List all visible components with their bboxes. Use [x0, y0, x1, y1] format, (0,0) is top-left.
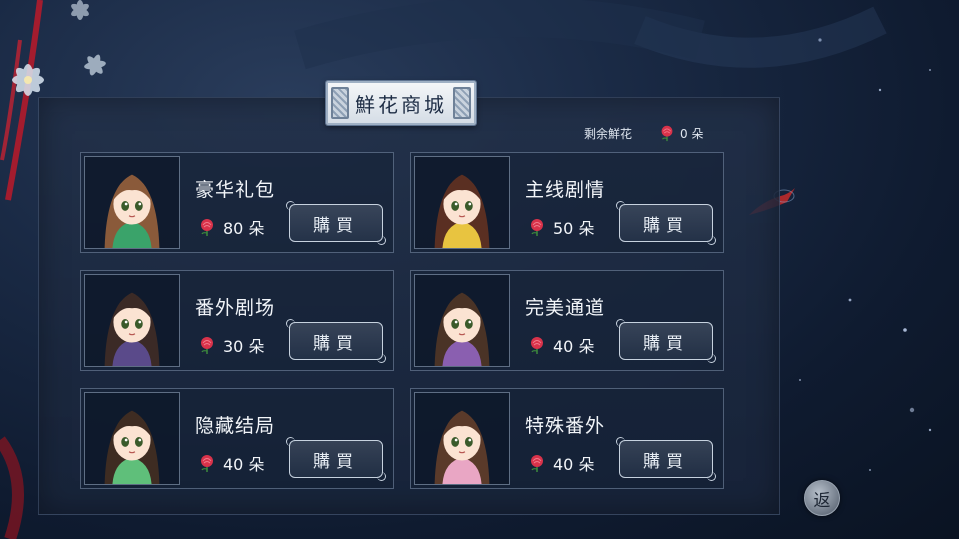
- shop-item-card: 番外剧场 30 朵 購買: [80, 270, 394, 371]
- item-price-value: 40 朵: [553, 337, 595, 356]
- buy-button[interactable]: 購買: [616, 437, 716, 481]
- item-price-value: 30 朵: [223, 337, 265, 356]
- rose-icon: [201, 337, 213, 354]
- shop-item-card: 豪华礼包 80 朵 購買: [80, 152, 394, 253]
- rose-icon: [531, 337, 543, 354]
- buy-button[interactable]: 購買: [616, 201, 716, 245]
- back-icon: 返: [813, 490, 831, 511]
- buy-button[interactable]: 購買: [286, 319, 386, 363]
- item-name: 豪华礼包: [195, 179, 276, 201]
- knot-ornament-icon: [453, 87, 471, 119]
- remaining-flowers: 剩余鮮花 0 朵: [584, 124, 703, 142]
- remaining-flowers-value: 0 朵: [680, 126, 704, 141]
- buy-button[interactable]: 購買: [616, 319, 716, 363]
- item-price-value: 50 朵: [553, 219, 595, 238]
- character-portrait: [414, 392, 510, 485]
- item-price: 40 朵: [527, 333, 594, 357]
- knot-ornament-icon: [331, 87, 349, 119]
- back-button[interactable]: 返: [804, 480, 840, 516]
- item-name: 完美通道: [525, 297, 606, 319]
- buy-button[interactable]: 購買: [286, 437, 386, 481]
- item-price: 40 朵: [527, 451, 594, 475]
- rose-icon: [531, 219, 543, 236]
- shop-item-card: 隐藏结局 40 朵 購買: [80, 388, 394, 489]
- item-price-value: 40 朵: [223, 455, 265, 474]
- item-price: 50 朵: [527, 215, 594, 239]
- character-portrait: [414, 156, 510, 249]
- character-portrait: [84, 274, 180, 367]
- item-name: 特殊番外: [525, 415, 606, 437]
- rose-icon: [201, 219, 213, 236]
- item-price: 30 朵: [197, 333, 264, 357]
- rose-icon: [201, 455, 213, 472]
- character-portrait: [84, 392, 180, 485]
- item-price-value: 40 朵: [553, 455, 595, 474]
- shop-item-card: 主线剧情 50 朵 購買: [410, 152, 724, 253]
- shop-item-card: 完美通道 40 朵 購買: [410, 270, 724, 371]
- item-price: 40 朵: [197, 451, 264, 475]
- shop-item-card: 特殊番外 40 朵 購買: [410, 388, 724, 489]
- rose-icon: [531, 455, 543, 472]
- character-portrait: [84, 156, 180, 249]
- shop-title: 鮮花商城: [355, 92, 447, 117]
- remaining-flowers-label: 剩余鮮花: [584, 126, 633, 141]
- character-portrait: [414, 274, 510, 367]
- shop-title-plate: 鮮花商城: [326, 81, 476, 125]
- item-price: 80 朵: [197, 215, 264, 239]
- rose-icon: [661, 125, 673, 142]
- item-price-value: 80 朵: [223, 219, 265, 238]
- item-name: 隐藏结局: [195, 415, 276, 437]
- item-name: 主线剧情: [525, 179, 606, 201]
- item-name: 番外剧场: [195, 297, 276, 319]
- buy-button[interactable]: 購買: [286, 201, 386, 245]
